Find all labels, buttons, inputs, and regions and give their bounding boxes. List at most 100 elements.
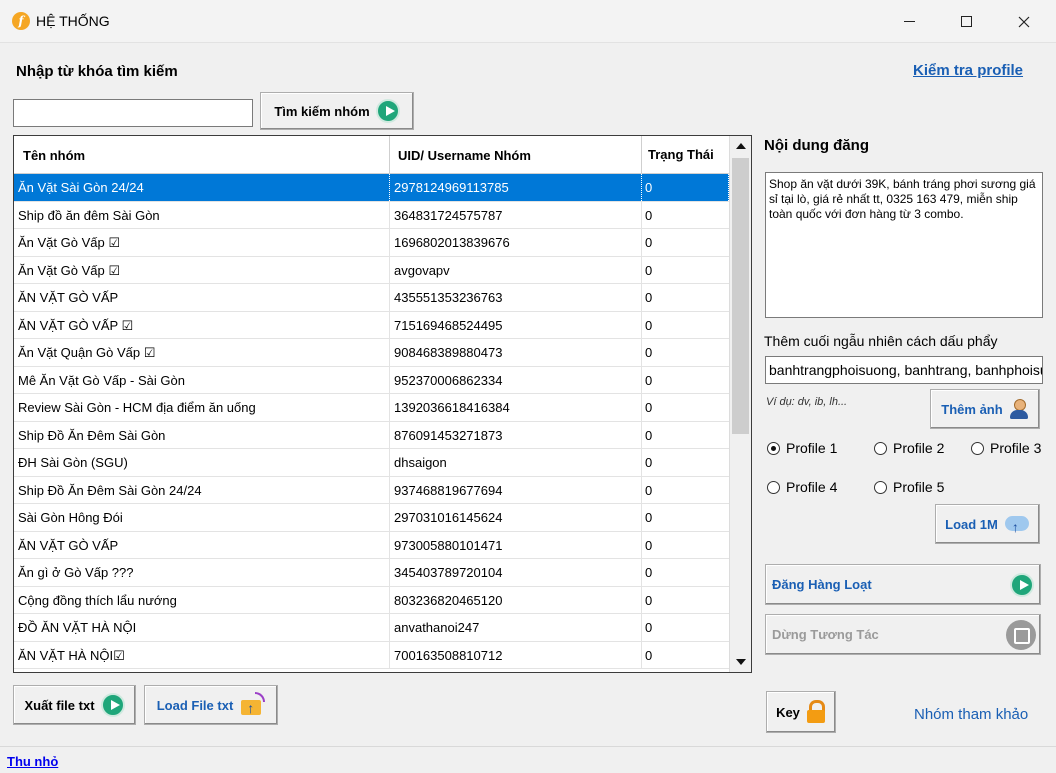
table-row[interactable]: ĐỒ ĂN VẶT HÀ NỘI anvathanoi247 0	[14, 614, 729, 642]
cell-status: 0	[645, 317, 653, 333]
post-bulk-button[interactable]: Đăng Hàng Loạt	[765, 564, 1041, 605]
table-row[interactable]: ĂN VẶT HÀ NỘI☑ 700163508810712 0	[14, 641, 729, 669]
cell-status: 0	[645, 372, 653, 388]
cell-status: 0	[645, 400, 653, 415]
maximize-window-button[interactable]	[943, 0, 989, 43]
cell-uid: 876091453271873	[390, 421, 642, 449]
profile-4-radio[interactable]: Profile 4	[767, 479, 837, 495]
cell-status: 0	[645, 565, 653, 580]
cell-group-name: Sài Gòn Hông Đói	[14, 504, 390, 531]
key-label: Key	[776, 704, 800, 720]
cell-group-name: ĂN VẶT HÀ NỘI☑	[14, 641, 390, 669]
minimize-link[interactable]: Thu nhỏ	[7, 754, 58, 769]
table-row[interactable]: Cộng đồng thích lẩu nướng 803236820465120…	[14, 586, 729, 614]
reference-groups-link[interactable]: Nhóm tham khảo	[914, 706, 1028, 723]
profile-2-radio[interactable]: Profile 2	[874, 440, 944, 456]
search-label: Nhập từ khóa tìm kiếm	[16, 63, 178, 80]
cell-uid: 2978124969113785	[390, 174, 642, 201]
cell-uid: 345403789720104	[390, 559, 642, 586]
export-txt-label: Xuất file txt	[24, 697, 95, 713]
search-groups-button[interactable]: Tìm kiếm nhóm	[260, 92, 414, 130]
table-row[interactable]: Ăn gì ở Gò Vấp ??? 345403789720104 0	[14, 559, 729, 587]
cell-uid: dhsaigon	[390, 449, 642, 476]
maximize-icon	[960, 16, 972, 27]
cell-status: 0	[645, 427, 653, 443]
play-icon	[1010, 572, 1034, 597]
export-txt-button[interactable]: Xuất file txt	[13, 685, 136, 725]
table-row[interactable]: Mê Ăn Vặt Gò Vấp - Sài Gòn 95237000686233…	[14, 366, 729, 394]
cell-status: 0	[645, 592, 653, 608]
post-content-label: Nội dung đăng	[764, 137, 869, 154]
cloud-upload-icon	[1004, 513, 1030, 535]
cell-status: 0	[645, 290, 653, 305]
profile-1-radio[interactable]: Profile 1	[767, 440, 837, 456]
table-row[interactable]: Review Sài Gòn - HCM địa điểm ăn uống 139…	[14, 394, 729, 422]
table-row[interactable]: Ăn Vặt Gò Vấp ☑ avgovapv 0	[14, 256, 729, 284]
table-row[interactable]: Ăn Vặt Sài Gòn 24/24 2978124969113785 0	[14, 174, 729, 202]
check-profile-link[interactable]: Kiểm tra profile	[913, 62, 1023, 79]
cell-uid: anvathanoi247	[390, 614, 642, 641]
cell-status: 0	[645, 647, 653, 663]
cell-uid: 364831724575787	[390, 201, 642, 229]
column-header-group-name[interactable]: Tên nhóm	[14, 136, 390, 174]
column-header-uid[interactable]: UID/ Username Nhóm	[390, 136, 642, 174]
table-row[interactable]: ĐH Sài Gòn (SGU) dhsaigon 0	[14, 449, 729, 477]
play-icon	[375, 99, 400, 123]
cell-group-name: Cộng đồng thích lẩu nướng	[14, 586, 390, 614]
cell-group-name: Ship đồ ăn đêm Sài Gòn	[14, 201, 390, 229]
table-row[interactable]: Ship Đồ Ăn Đêm Sài Gòn 876091453271873 0	[14, 421, 729, 449]
scroll-up-button[interactable]	[730, 136, 751, 156]
cell-group-name: Review Sài Gòn - HCM địa điểm ăn uống	[14, 394, 390, 421]
cell-group-name: Ăn Vặt Sài Gòn 24/24	[14, 174, 390, 201]
column-header-status[interactable]: Trạng Thái	[642, 136, 729, 174]
play-icon	[100, 693, 125, 717]
table-row[interactable]: ĂN VẶT GÒ VẤP ☑ 715169468524495 0	[14, 311, 729, 339]
scroll-down-button[interactable]	[730, 652, 751, 672]
cell-status: 0	[645, 510, 653, 525]
table-row[interactable]: ĂN VẶT GÒ VẤP 973005880101471 0	[14, 531, 729, 559]
cell-status: 0	[645, 207, 653, 223]
window-title: HỆ THỐNG	[36, 13, 110, 29]
cell-uid: 973005880101471	[390, 531, 642, 559]
post-content-textarea[interactable]: Shop ăn vặt dưới 39K, bánh tráng phơi sư…	[765, 172, 1043, 318]
table-body: Ăn Vặt Sài Gòn 24/24 2978124969113785 0 Shi…	[14, 174, 729, 669]
cell-group-name: Ăn gì ở Gò Vấp ???	[14, 559, 390, 586]
stop-interaction-button[interactable]: Dừng Tương Tác	[765, 614, 1041, 655]
cell-uid: 700163508810712	[390, 641, 642, 669]
profile-3-radio[interactable]: Profile 3	[971, 440, 1041, 456]
profile-5-radio[interactable]: Profile 5	[874, 479, 944, 495]
key-button[interactable]: Key	[766, 691, 836, 733]
radio-checked-icon	[767, 441, 780, 455]
cell-group-name: ĂN VẶT GÒ VẤP	[14, 531, 390, 559]
groups-table[interactable]: Tên nhóm UID/ Username Nhóm Trạng Thái Ă…	[13, 135, 752, 673]
search-input[interactable]	[13, 99, 253, 127]
cell-status: 0	[645, 620, 653, 635]
minimize-icon	[903, 21, 915, 22]
cell-status: 0	[645, 262, 653, 278]
table-row[interactable]: Ship đồ ăn đêm Sài Gòn 364831724575787 0	[14, 201, 729, 229]
table-row[interactable]: Ăn Vặt Gò Vấp ☑ 1696802013839676 0	[14, 229, 729, 257]
cell-group-name: Ship Đồ Ăn Đêm Sài Gòn	[14, 421, 390, 449]
table-row[interactable]: Sài Gòn Hông Đói 297031016145624 0	[14, 504, 729, 532]
add-image-button[interactable]: Thêm ảnh	[930, 389, 1040, 429]
folder-upload-icon	[239, 692, 266, 718]
table-row[interactable]: ĂN VẶT GÒ VẤP 435551353236763 0	[14, 284, 729, 312]
scroll-thumb[interactable]	[732, 158, 749, 434]
suffix-input[interactable]: banhtrangphoisuong, banhtrang, banhphois…	[765, 356, 1043, 384]
profile-4-label: Profile 4	[786, 479, 838, 495]
profile-1-label: Profile 1	[786, 440, 838, 456]
cell-group-name: Ăn Vặt Gò Vấp ☑	[14, 256, 390, 284]
profile-5-label: Profile 5	[893, 479, 945, 495]
cell-uid: 803236820465120	[390, 586, 642, 614]
close-window-button[interactable]	[1001, 0, 1047, 43]
cell-group-name: ĂN VẶT GÒ VẤP ☑	[14, 311, 390, 339]
table-row[interactable]: Ship Đồ Ăn Đêm Sài Gòn 24/24 937468819677…	[14, 476, 729, 504]
table-scrollbar[interactable]	[729, 136, 751, 672]
add-image-label: Thêm ảnh	[941, 401, 1003, 417]
radio-unchecked-icon	[971, 441, 984, 455]
minimize-window-button[interactable]	[886, 0, 932, 43]
table-row[interactable]: Ăn Vặt Quận Gò Vấp ☑ 908468389880473 0	[14, 339, 729, 367]
load-1m-button[interactable]: Load 1M	[935, 504, 1040, 544]
cell-uid: 715169468524495	[390, 311, 642, 339]
load-file-txt-button[interactable]: Load File txt	[144, 685, 278, 725]
